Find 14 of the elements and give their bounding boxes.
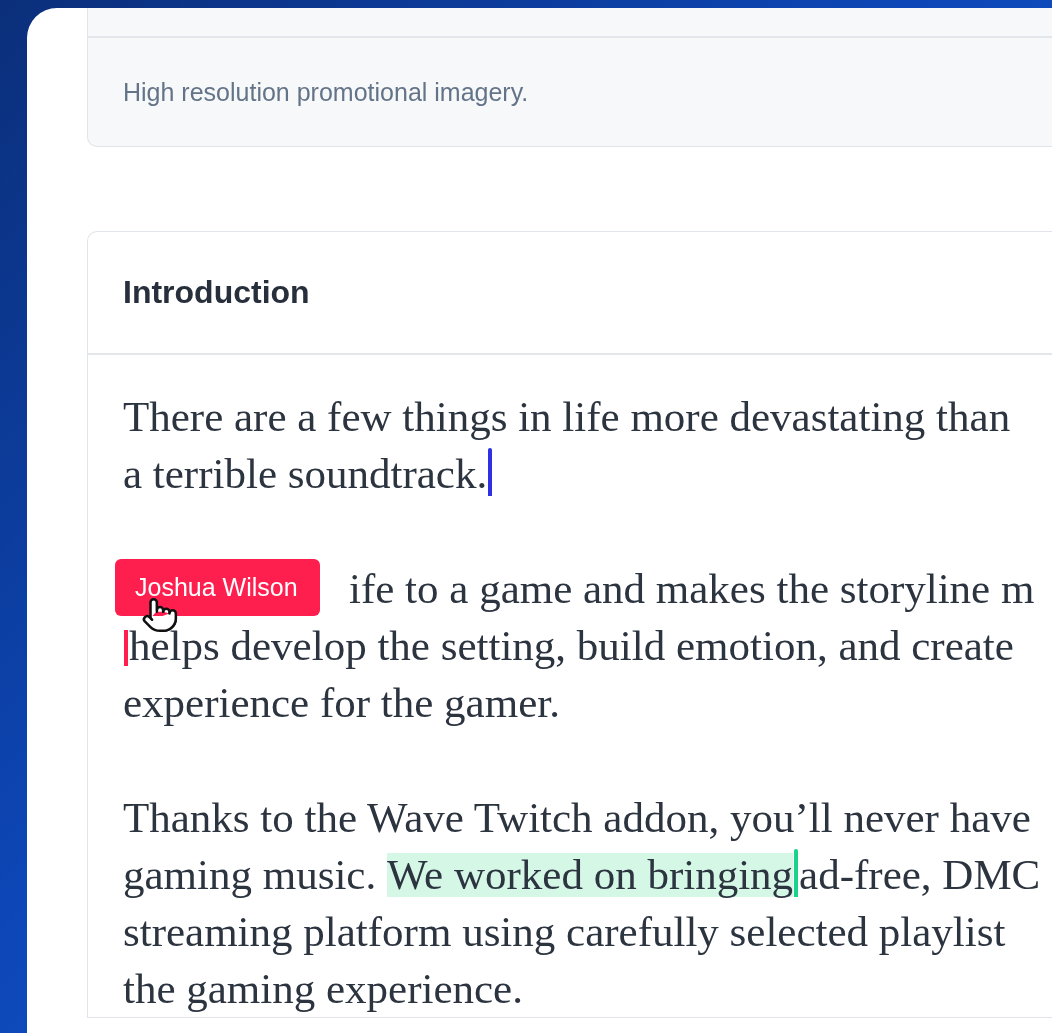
body-text: streaming platform using carefully selected playlist	[123, 909, 1006, 954]
highlighted-text: We worked on bringing	[386, 852, 794, 897]
body-text: a terrible soundtrack.	[123, 451, 488, 496]
asset-description: High resolution promotional imagery.	[122, 77, 530, 108]
body-text: ad-free, DMC	[799, 852, 1041, 897]
body-text: There are a few things in life more devastating than	[123, 394, 1011, 439]
body-text: ife to a game and makes the storyline m	[349, 566, 1035, 611]
body-text: Thanks to the Wave Twitch addon, you’ll never have	[123, 795, 1031, 840]
body-text: helps develop the setting, build emotion, and create	[129, 623, 1014, 668]
body-text: experience for the gamer.	[123, 680, 560, 725]
collaborator-label: Joshua Wilson	[115, 558, 320, 616]
section-title: Introduction	[123, 274, 310, 311]
body-text: the gaming experience.	[123, 966, 523, 1011]
body-text: gaming music.	[123, 852, 378, 897]
